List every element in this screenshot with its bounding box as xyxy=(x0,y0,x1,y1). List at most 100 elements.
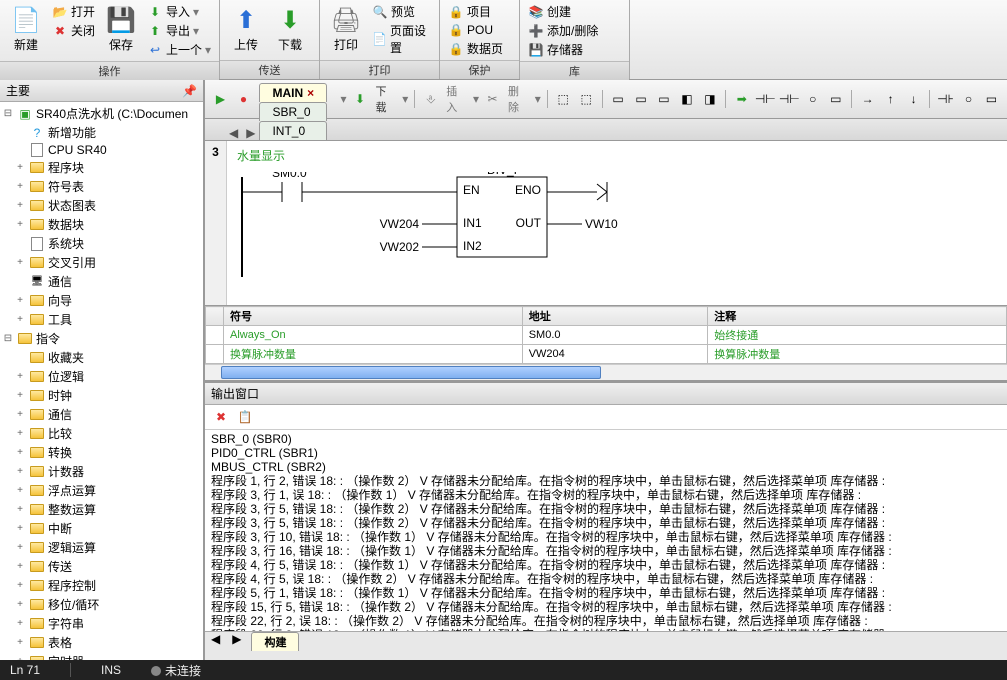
tb-13[interactable]: → xyxy=(858,89,877,109)
save-button[interactable]: 💾 保存 xyxy=(99,2,143,55)
output-tab-nav-right[interactable]: ▶ xyxy=(226,632,247,651)
tb-7[interactable]: ◨ xyxy=(700,89,719,109)
print-button[interactable]: 🖨打印 xyxy=(324,2,368,55)
download-tb-button[interactable]: ⬇ xyxy=(351,89,370,109)
output-tab-build[interactable]: 构建 xyxy=(251,632,299,651)
tb-10[interactable]: ⊣⊢ xyxy=(779,89,799,109)
run-button[interactable]: ▶ xyxy=(211,89,230,109)
tb-2[interactable]: ⬚ xyxy=(577,89,596,109)
tab-INT_0[interactable]: INT_0 xyxy=(259,121,327,140)
tb-5[interactable]: ▭ xyxy=(654,89,673,109)
tree-item[interactable]: +移位/循环 xyxy=(2,595,201,614)
output-line: SBR_0 (SBR0) xyxy=(211,432,1001,446)
tree-item[interactable]: 收藏夹 xyxy=(2,348,201,367)
tree-item[interactable]: +比较 xyxy=(2,424,201,443)
stop-button[interactable]: ● xyxy=(234,89,253,109)
tree-item[interactable]: +工具 xyxy=(2,310,201,329)
tb-6[interactable]: ◧ xyxy=(677,89,696,109)
tb-18[interactable]: ▭ xyxy=(982,89,1001,109)
tree-item[interactable]: +字符串 xyxy=(2,614,201,633)
insert-button[interactable]: ⎀ xyxy=(421,89,440,109)
tab-MAIN[interactable]: MAIN× xyxy=(259,83,327,102)
output-copy-button[interactable]: 📋 xyxy=(235,407,255,427)
editor-hscroll[interactable] xyxy=(205,364,1007,380)
tb-3[interactable]: ▭ xyxy=(609,89,628,109)
lib-mem-button[interactable]: 💾存储器 xyxy=(524,40,602,59)
tb-9[interactable]: ⊣⊢ xyxy=(755,89,775,109)
tree-root[interactable]: ⊟▣ SR40点洗水机 (C:\Documen xyxy=(2,104,201,123)
datapage-button[interactable]: 🔒数据页 xyxy=(444,39,507,58)
tree-item[interactable]: +定时器 xyxy=(2,652,201,660)
import-icon: ⬇ xyxy=(147,4,163,20)
tb-15[interactable]: ↓ xyxy=(904,89,923,109)
tree-item[interactable]: +整数运算 xyxy=(2,500,201,519)
tree-item[interactable]: +程序块 xyxy=(2,158,201,177)
tree-item[interactable]: CPU SR40 xyxy=(2,142,201,158)
close-button[interactable]: ✖关闭 xyxy=(48,21,99,40)
output-body[interactable]: SBR_0 (SBR0)PID0_CTRL (SBR1)MBUS_CTRL (S… xyxy=(205,430,1007,631)
page-setup-button[interactable]: 📄页面设置 xyxy=(368,21,435,57)
tree-item[interactable]: +向导 xyxy=(2,291,201,310)
import-button[interactable]: ⬇导入▾ xyxy=(143,2,215,21)
tree-item[interactable]: +浮点运算 xyxy=(2,481,201,500)
tb-12[interactable]: ▭ xyxy=(826,89,845,109)
out-val: VW10 xyxy=(585,217,618,231)
col-symbol[interactable]: 符号 xyxy=(224,307,523,326)
table-row[interactable]: 换算脉冲数量VW204换算脉冲数量 xyxy=(206,345,1007,364)
tree-item[interactable]: +通信 xyxy=(2,405,201,424)
tree-item[interactable]: ?新增功能 xyxy=(2,123,201,142)
tree-item[interactable]: +数据块 xyxy=(2,215,201,234)
delete-button[interactable]: ✂ xyxy=(483,89,502,109)
prev-button[interactable]: ↩上一个▾ xyxy=(143,40,215,59)
tree-item[interactable]: +中断 xyxy=(2,519,201,538)
tree-item[interactable]: +计数器 xyxy=(2,462,201,481)
tb-8[interactable]: ➡ xyxy=(732,89,751,109)
lib-add-button[interactable]: ➕添加/删除 xyxy=(524,21,602,40)
tree-item[interactable]: +逻辑运算 xyxy=(2,538,201,557)
tree-item[interactable]: 系统块 xyxy=(2,234,201,253)
ladder-editor[interactable]: 3 水量显示 SM0.0 DIV_I xyxy=(205,141,1007,305)
lib-create-button[interactable]: 📚创建 xyxy=(524,2,602,21)
tree-item[interactable]: +程序控制 xyxy=(2,576,201,595)
col-address[interactable]: 地址 xyxy=(522,307,708,326)
tree-item[interactable]: +传送 xyxy=(2,557,201,576)
prev-icon: ↩ xyxy=(147,42,163,58)
preview-button[interactable]: 🔍预览 xyxy=(368,2,435,21)
tree-item[interactable]: +转换 xyxy=(2,443,201,462)
output-clear-button[interactable]: ✖ xyxy=(211,407,231,427)
output-tab-nav-left[interactable]: ◀ xyxy=(205,632,226,651)
tab-SBR_0[interactable]: SBR_0 xyxy=(259,102,327,121)
tree-instructions[interactable]: ⊟ 指令 xyxy=(2,329,201,348)
col-comment[interactable]: 注释 xyxy=(708,307,1007,326)
download-button[interactable]: ⬇下载 xyxy=(268,2,312,55)
table-row[interactable]: Always_OnSM0.0始终接通 xyxy=(206,326,1007,345)
open-button[interactable]: 📂打开 xyxy=(48,2,99,21)
tree-item[interactable]: +交叉引用 xyxy=(2,253,201,272)
tb-1[interactable]: ⬚ xyxy=(554,89,573,109)
status-ins: INS xyxy=(101,663,121,677)
tb-16[interactable]: ⊣⊦ xyxy=(936,89,955,109)
output-line: 程序段 3, 行 1, 误 18: : （操作数 1） V 存储器未分配给库。在… xyxy=(211,488,1001,502)
pou-button[interactable]: 🔒POU xyxy=(444,21,507,39)
tree-body[interactable]: ⊟▣ SR40点洗水机 (C:\Documen ?新增功能CPU SR40+程序… xyxy=(0,102,203,660)
project-button[interactable]: 🔒项目 xyxy=(444,2,507,21)
tree-item[interactable]: 🖥通信 xyxy=(2,272,201,291)
upload-button[interactable]: ⬆上传 xyxy=(224,2,268,55)
ladder-diagram[interactable]: SM0.0 DIV_I EN ENO IN1 OUT IN2 xyxy=(237,172,797,282)
tree-pin-icon[interactable]: 📌 xyxy=(182,84,197,98)
tree-item[interactable]: +表格 xyxy=(2,633,201,652)
export-button[interactable]: ⬆导出▾ xyxy=(143,21,215,40)
tree-item[interactable]: +时钟 xyxy=(2,386,201,405)
new-button[interactable]: 📄 新建 xyxy=(4,2,48,55)
tb-4[interactable]: ▭ xyxy=(632,89,651,109)
tb-11[interactable]: ○ xyxy=(803,89,822,109)
tab-close-icon[interactable]: × xyxy=(307,86,314,100)
tab-nav-right[interactable]: ▶ xyxy=(242,126,259,140)
tree-item[interactable]: +位逻辑 xyxy=(2,367,201,386)
tree-header: 主要 📌 xyxy=(0,80,203,102)
tb-17[interactable]: ○ xyxy=(959,89,978,109)
tb-14[interactable]: ↑ xyxy=(881,89,900,109)
tree-item[interactable]: +符号表 xyxy=(2,177,201,196)
tree-item[interactable]: +状态图表 xyxy=(2,196,201,215)
tab-nav-left[interactable]: ◀ xyxy=(225,126,242,140)
